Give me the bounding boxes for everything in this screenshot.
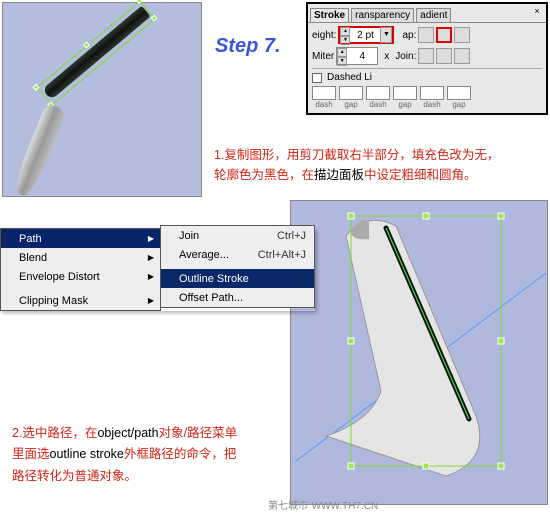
- join-bevel-button[interactable]: [454, 48, 470, 64]
- dash-input[interactable]: [312, 86, 336, 100]
- weight-label: eight:: [312, 30, 336, 41]
- menu-level-1[interactable]: Path▶ Blend▶ Envelope Distort▶ Clipping …: [0, 228, 161, 311]
- weight-value[interactable]: 2 pt: [350, 30, 380, 41]
- knife-shape: [18, 108, 123, 198]
- submenu-arrow-icon: ▶: [148, 253, 154, 262]
- step-heading: Step 7.: [215, 35, 281, 58]
- menu-item-join[interactable]: JoinCtrl+J: [161, 226, 314, 245]
- weight-dropdown[interactable]: ▼: [380, 27, 392, 43]
- scroll-illustration: [291, 201, 549, 506]
- menu-item-outline-stroke[interactable]: Outline Stroke: [161, 269, 314, 288]
- menu-item-blend[interactable]: Blend▶: [1, 248, 160, 267]
- miter-stepper[interactable]: ▲▼: [337, 48, 347, 64]
- cap-round-button[interactable]: [436, 27, 452, 43]
- gap-input[interactable]: [447, 86, 471, 100]
- cap-label: ap:: [402, 30, 416, 41]
- tab-transparency[interactable]: ransparency: [351, 8, 414, 22]
- menu-item-offset-path[interactable]: Offset Path...: [161, 288, 314, 307]
- submenu-arrow-icon: ▶: [148, 296, 154, 305]
- weight-input[interactable]: ▲▼ 2 pt ▼: [338, 26, 394, 44]
- selection-bounds[interactable]: [37, 1, 156, 106]
- tab-stroke[interactable]: Stroke: [310, 8, 349, 22]
- gap-input[interactable]: [393, 86, 417, 100]
- miter-value[interactable]: 4: [347, 51, 377, 62]
- instruction-text-2: 2.选中路径，在object/path对象/路径菜单 里面选outline st…: [12, 423, 292, 487]
- instruction-text-1: 1.复制图形，用剪刀截取右半部分，填充色改为无， 轮廓色为黑色，在描边面板中设定…: [214, 145, 499, 185]
- menu-item-average[interactable]: Average...Ctrl+Alt+J: [161, 245, 314, 264]
- menu-item-clipping-mask[interactable]: Clipping Mask▶: [1, 291, 160, 310]
- tab-gradient[interactable]: adient: [416, 8, 451, 22]
- cap-square-button[interactable]: [454, 27, 470, 43]
- submenu-arrow-icon: ▶: [148, 272, 154, 281]
- panel-tabs[interactable]: Stroke ransparency adient: [308, 4, 546, 22]
- menu-item-path[interactable]: Path▶: [1, 229, 160, 248]
- cap-butt-button[interactable]: [418, 27, 434, 43]
- join-round-button[interactable]: [436, 48, 452, 64]
- canvas-panel-1: [2, 2, 202, 197]
- dashed-checkbox[interactable]: [312, 73, 322, 83]
- weight-stepper[interactable]: ▲▼: [340, 27, 350, 43]
- dash-input[interactable]: [366, 86, 390, 100]
- submenu-arrow-icon: ▶: [148, 234, 154, 243]
- menu-level-2[interactable]: JoinCtrl+J Average...Ctrl+Alt+J Outline …: [160, 225, 315, 308]
- dash-input[interactable]: [420, 86, 444, 100]
- panel-body: eight: ▲▼ 2 pt ▼ ap: Miter ▲▼ 4 x Join:: [308, 22, 546, 113]
- menu-item-envelope-distort[interactable]: Envelope Distort▶: [1, 267, 160, 286]
- miter-label: Miter: [312, 51, 334, 62]
- canvas-panel-2: [290, 200, 548, 505]
- join-label: Join:: [395, 51, 416, 62]
- miter-input[interactable]: ▲▼ 4: [336, 47, 378, 65]
- context-menu[interactable]: Path▶ Blend▶ Envelope Distort▶ Clipping …: [0, 228, 315, 311]
- dash-row: dash gap dash gap dash gap: [312, 86, 542, 109]
- gap-input[interactable]: [339, 86, 363, 100]
- miter-suffix: x: [384, 51, 389, 62]
- dashed-label: Dashed Li: [327, 72, 372, 83]
- join-miter-button[interactable]: [418, 48, 434, 64]
- watermark-footer: 第七城市 WWW.TH7.CN: [268, 497, 378, 512]
- panel-close-icon[interactable]: ×: [532, 6, 542, 16]
- stroke-panel[interactable]: × Stroke ransparency adient eight: ▲▼ 2 …: [306, 2, 548, 115]
